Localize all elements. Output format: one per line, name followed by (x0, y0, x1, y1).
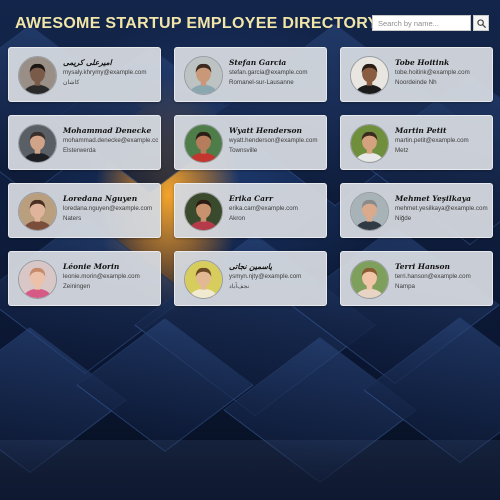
employee-city: Noordeinde Nh (395, 79, 437, 86)
employee-grid: امیرعلی کریمی mysaly.khrymy@example.com کا… (8, 47, 493, 306)
avatar (18, 260, 57, 299)
employee-email: loredana.nguyen@example.com (63, 205, 153, 212)
avatar (184, 192, 223, 231)
page-title: AWESOME STARTUP EMPLOYEE DIRECTORY (15, 15, 379, 32)
employee-city: Townsville (229, 147, 258, 154)
employee-name: Stefan Garcia (229, 58, 287, 67)
avatar (184, 124, 223, 163)
search-button[interactable] (473, 15, 489, 31)
employee-city: Nampa (395, 283, 415, 290)
employee-card[interactable]: Mohammad Denecke mohammad.denecke@example… (8, 115, 161, 170)
employee-card[interactable]: Erika Carr erika.carr@example.com Akron (174, 183, 327, 238)
avatar (350, 192, 389, 231)
employee-card[interactable]: Léonie Morin leonie.morin@example.com Zein… (8, 251, 161, 306)
employee-email: tobe.hoitink@example.com (395, 69, 470, 76)
avatar (18, 192, 57, 231)
employee-city: نجف‌آباد (229, 283, 250, 290)
employee-card[interactable]: Wyatt Henderson wyatt.henderson@example.c… (174, 115, 327, 170)
avatar (18, 56, 57, 95)
employee-name: Loredana Nguyen (63, 194, 138, 203)
employee-name: Terri Hanson (395, 262, 450, 271)
employee-name: Wyatt Henderson (229, 126, 302, 135)
employee-city: Elsterwerda (63, 147, 96, 154)
employee-email: stefan.garcia@example.com (229, 69, 308, 76)
employee-city: Metz (395, 147, 409, 154)
employee-name: Léonie Morin (63, 262, 120, 271)
avatar (184, 56, 223, 95)
employee-email: mysaly.khrymy@example.com (63, 69, 147, 76)
employee-name: Erika Carr (229, 194, 273, 203)
avatar (350, 260, 389, 299)
employee-card[interactable]: Stefan Garcia stefan.garcia@example.com Ro… (174, 47, 327, 102)
employee-card[interactable]: Terri Hanson terri.hanson@example.com Namp… (340, 251, 493, 306)
employee-name: Mehmet Yeşilkaya (395, 194, 471, 203)
employee-city: Romanel-sur-Lausanne (229, 79, 294, 86)
employee-card[interactable]: Mehmet Yeşilkaya mehmet.yesilkaya@example… (340, 183, 493, 238)
avatar (184, 260, 223, 299)
employee-city: Akron (229, 215, 246, 222)
employee-email: wyatt.henderson@example.com (229, 137, 318, 144)
employee-name: یاسمین نجاتی (229, 262, 273, 271)
employee-email: terri.hanson@example.com (395, 273, 471, 280)
employee-city: Niğde (395, 215, 412, 222)
employee-name: امیرعلی کریمی (63, 58, 112, 67)
avatar (350, 56, 389, 95)
employee-card[interactable]: Loredana Nguyen loredana.nguyen@example.c… (8, 183, 161, 238)
search-input[interactable] (372, 15, 471, 31)
employee-city: Naters (63, 215, 82, 222)
employee-email: martin.petit@example.com (395, 137, 469, 144)
employee-card[interactable]: Tobe Hoitink tobe.hoitink@example.com Noor… (340, 47, 493, 102)
employee-name: Mohammad Denecke (63, 126, 152, 135)
employee-email: ysmyn.njty@example.com (229, 273, 302, 280)
employee-city: کاشان (63, 79, 80, 86)
employee-card[interactable]: Martin Petit martin.petit@example.com Metz (340, 115, 493, 170)
header: AWESOME STARTUP EMPLOYEE DIRECTORY (0, 0, 500, 44)
employee-email: erika.carr@example.com (229, 205, 298, 212)
employee-email: mehmet.yesilkaya@example.com (395, 205, 488, 212)
employee-card[interactable]: امیرعلی کریمی mysaly.khrymy@example.com کا… (8, 47, 161, 102)
employee-email: mohammad.denecke@example.com (63, 137, 158, 144)
avatar (18, 124, 57, 163)
employee-email: leonie.morin@example.com (63, 273, 140, 280)
employee-city: Zeiningen (63, 283, 91, 290)
employee-name: Tobe Hoitink (395, 58, 450, 67)
employee-card[interactable]: یاسمین نجاتی ysmyn.njty@example.com نجف‌آب… (174, 251, 327, 306)
avatar (350, 124, 389, 163)
employee-name: Martin Petit (395, 126, 447, 135)
search-icon (476, 18, 486, 28)
